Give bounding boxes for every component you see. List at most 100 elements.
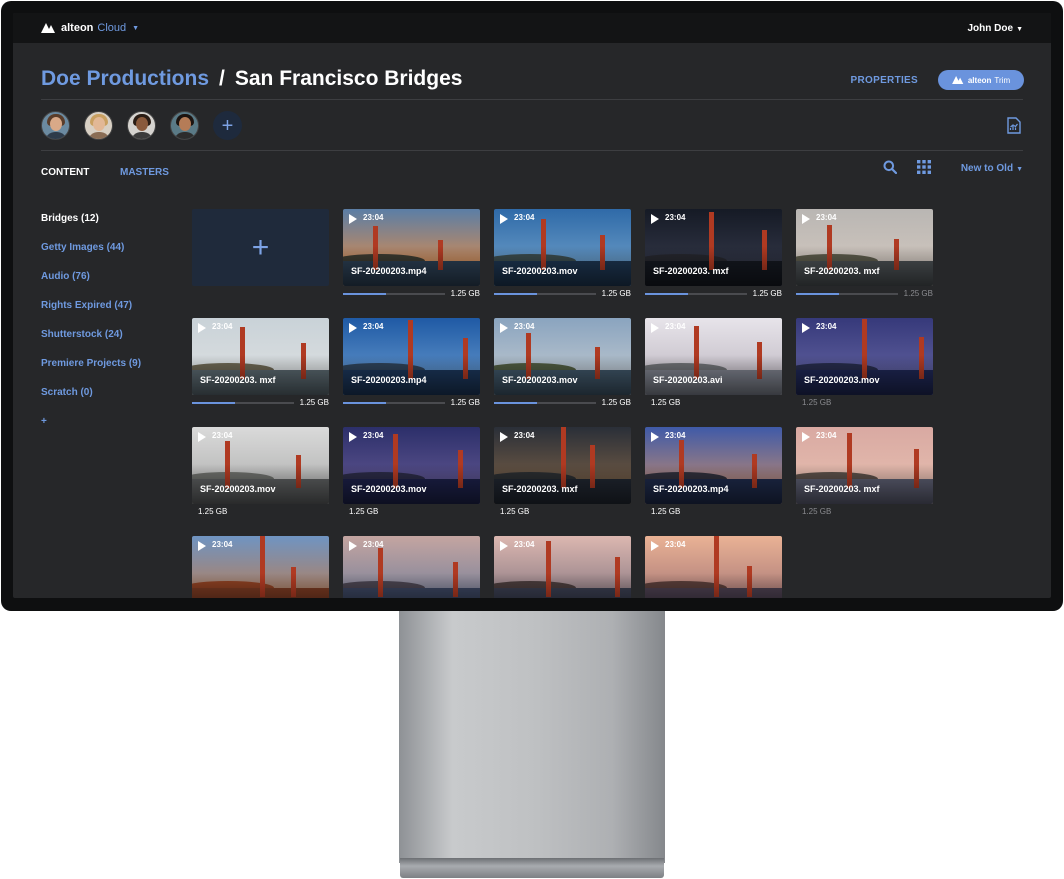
asset-meta: 1.25 GB — [343, 286, 480, 306]
upload-progress-bar — [796, 293, 898, 295]
asset-thumbnail[interactable]: 23:04 — [494, 536, 631, 598]
asset-thumbnail[interactable]: 23:04 SF-20200203.mov — [343, 427, 480, 504]
asset-card[interactable]: 23:04 SF-20200203.avi 1.25 GB — [645, 318, 782, 427]
asset-card[interactable]: 23:04 — [494, 536, 631, 598]
asset-filename: SF-20200203.mp4 — [351, 266, 427, 276]
sidebar: Bridges (12) Getty Images (44) Audio (76… — [41, 213, 171, 445]
asset-thumbnail[interactable]: 23:04 SF-20200203.mov — [494, 209, 631, 286]
play-icon[interactable] — [802, 432, 810, 442]
asset-thumbnail[interactable]: 23:04 — [645, 536, 782, 598]
asset-duration: 23:04 — [514, 213, 535, 222]
asset-card[interactable]: 23:04 — [645, 536, 782, 598]
asset-thumbnail[interactable]: 23:04 — [192, 536, 329, 598]
asset-card[interactable]: 23:04 SF-20200203. mxf 1.25 GB — [796, 209, 933, 318]
asset-card[interactable]: 23:04 SF-20200203. mxf 1.25 GB — [494, 427, 631, 536]
asset-card[interactable]: 23:04 SF-20200203.mov 1.25 GB — [343, 427, 480, 536]
sidebar-item-getty-images[interactable]: Getty Images (44) — [41, 242, 171, 271]
report-icon[interactable] — [1007, 117, 1021, 134]
team-avatars: + — [41, 111, 242, 140]
play-icon[interactable] — [198, 323, 206, 333]
sidebar-item-rights-expired[interactable]: Rights Expired (47) — [41, 300, 171, 329]
play-icon[interactable] — [651, 214, 659, 224]
asset-thumbnail[interactable]: 23:04 SF-20200203.avi — [645, 318, 782, 395]
asset-thumbnail[interactable]: 23:04 SF-20200203.mp4 — [645, 427, 782, 504]
breadcrumb-root[interactable]: Doe Productions — [41, 67, 209, 91]
asset-thumbnail[interactable]: 23:04 SF-20200203. mxf — [494, 427, 631, 504]
sidebar-item-audio[interactable]: Audio (76) — [41, 271, 171, 300]
play-icon[interactable] — [500, 323, 508, 333]
page-title: San Francisco Bridges — [234, 67, 463, 90]
trim-button[interactable]: alteon Trim — [938, 70, 1024, 90]
asset-card[interactable]: 23:04 SF-20200203.mov 1.25 GB — [494, 209, 631, 318]
asset-thumbnail[interactable]: 23:04 SF-20200203. mxf — [796, 427, 933, 504]
asset-card[interactable]: 23:04 SF-20200203. mxf 1.25 GB — [192, 318, 329, 427]
monitor-stand-foot — [400, 858, 664, 878]
asset-card[interactable]: 23:04 SF-20200203.mov 1.25 GB — [192, 427, 329, 536]
play-icon[interactable] — [198, 541, 206, 551]
play-icon[interactable] — [651, 541, 659, 551]
asset-card[interactable]: 23:04 — [192, 536, 329, 598]
tab-content[interactable]: CONTENT — [41, 167, 89, 178]
asset-thumbnail[interactable]: 23:04 SF-20200203.mp4 — [343, 318, 480, 395]
play-icon[interactable] — [802, 323, 810, 333]
sidebar-item-bridges[interactable]: Bridges (12) — [41, 213, 171, 242]
monitor-frame: alteon Cloud ▼ John Doe ▼ Doe Productions… — [1, 1, 1063, 611]
asset-card[interactable]: 23:04 SF-20200203.mp4 1.25 GB — [645, 427, 782, 536]
asset-thumbnail[interactable]: 23:04 — [343, 536, 480, 598]
asset-thumbnail[interactable]: 23:04 SF-20200203.mov — [796, 318, 933, 395]
add-folder-button[interactable]: + — [41, 416, 171, 445]
sort-label: New to Old — [960, 163, 1014, 174]
avatar[interactable] — [170, 111, 199, 140]
asset-duration: 23:04 — [816, 431, 837, 440]
play-icon[interactable] — [651, 432, 659, 442]
asset-meta: 1.25 GB — [343, 504, 480, 524]
add-member-button[interactable]: + — [213, 111, 242, 140]
play-icon[interactable] — [198, 432, 206, 442]
sidebar-item-shutterstock[interactable]: Shutterstock (24) — [41, 329, 171, 358]
upload-progress-bar — [343, 402, 445, 404]
asset-card[interactable]: 23:04 SF-20200203. mxf 1.25 GB — [645, 209, 782, 318]
asset-card[interactable]: 23:04 SF-20200203.mp4 1.25 GB — [343, 209, 480, 318]
avatar[interactable] — [127, 111, 156, 140]
play-icon[interactable] — [349, 323, 357, 333]
search-icon[interactable] — [883, 160, 897, 174]
asset-thumbnail[interactable]: 23:04 SF-20200203. mxf — [796, 209, 933, 286]
asset-thumbnail[interactable]: 23:04 SF-20200203.mp4 — [343, 209, 480, 286]
logo[interactable]: alteon Cloud ▼ — [41, 22, 139, 34]
play-icon[interactable] — [349, 432, 357, 442]
play-icon[interactable] — [500, 432, 508, 442]
sort-dropdown[interactable]: New to Old ▼ — [961, 163, 1023, 174]
asset-meta: 1.25 GB — [192, 504, 329, 524]
sidebar-item-scratch[interactable]: Scratch (0) — [41, 387, 171, 416]
user-menu[interactable]: John Doe ▼ — [968, 23, 1024, 34]
grid-view-icon[interactable] — [917, 160, 931, 174]
asset-card[interactable]: 23:04 SF-20200203. mxf 1.25 GB — [796, 427, 933, 536]
upload-progress-bar — [343, 293, 445, 295]
play-icon[interactable] — [802, 214, 810, 224]
play-icon[interactable] — [500, 541, 508, 551]
play-icon[interactable] — [651, 323, 659, 333]
plus-icon: + — [221, 114, 234, 137]
asset-duration: 23:04 — [212, 431, 233, 440]
asset-card[interactable]: 23:04 SF-20200203.mov 1.25 GB — [796, 318, 933, 427]
avatar[interactable] — [41, 111, 70, 140]
sidebar-item-premiere-projects[interactable]: Premiere Projects (9) — [41, 358, 171, 387]
play-icon[interactable] — [349, 214, 357, 224]
play-icon[interactable] — [500, 214, 508, 224]
asset-thumbnail[interactable]: 23:04 SF-20200203. mxf — [645, 209, 782, 286]
asset-card[interactable]: 23:04 SF-20200203.mp4 1.25 GB — [343, 318, 480, 427]
asset-duration: 23:04 — [816, 213, 837, 222]
asset-thumbnail[interactable]: 23:04 SF-20200203. mxf — [192, 318, 329, 395]
asset-card[interactable]: 23:04 SF-20200203.mov 1.25 GB — [494, 318, 631, 427]
play-icon[interactable] — [349, 541, 357, 551]
add-asset-card[interactable]: + — [192, 209, 329, 318]
top-bar: alteon Cloud ▼ John Doe ▼ — [13, 13, 1051, 43]
tab-masters[interactable]: MASTERS — [120, 167, 169, 178]
asset-meta: 1.25 GB — [645, 395, 782, 415]
properties-link[interactable]: PROPERTIES — [851, 75, 918, 86]
asset-thumbnail[interactable]: 23:04 SF-20200203.mov — [192, 427, 329, 504]
avatar[interactable] — [84, 111, 113, 140]
asset-thumbnail[interactable]: 23:04 SF-20200203.mov — [494, 318, 631, 395]
asset-filename: SF-20200203. mxf — [653, 266, 729, 276]
asset-card[interactable]: 23:04 — [343, 536, 480, 598]
